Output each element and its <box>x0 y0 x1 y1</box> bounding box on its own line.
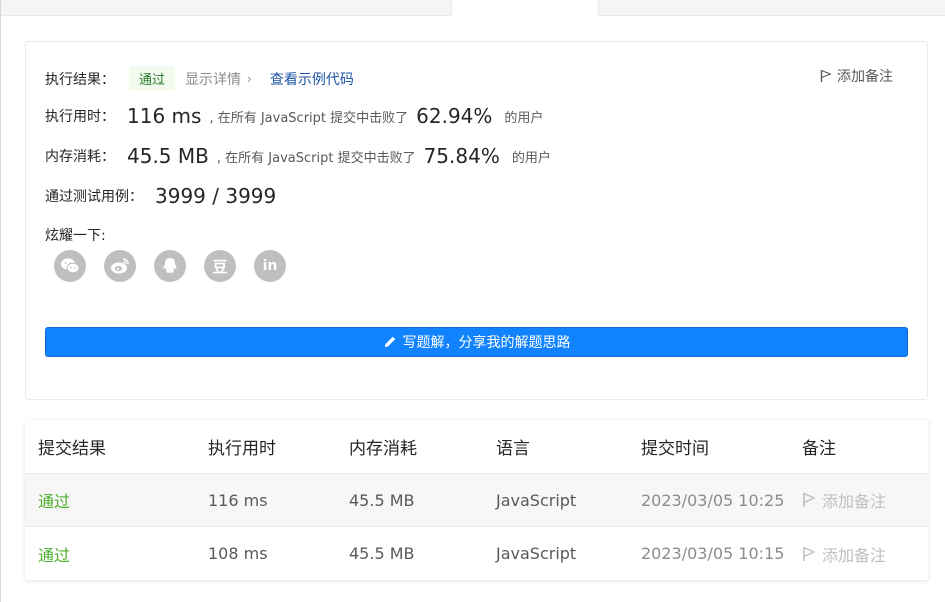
share-label: 炫耀一下: <box>45 228 106 244</box>
memory-suffix: 的用户 <box>511 150 551 166</box>
memory-percentile: 75.84% <box>423 144 500 168</box>
flag-icon <box>803 492 815 507</box>
show-details-link[interactable]: 显示详情 <box>185 69 241 89</box>
qq-icon[interactable] <box>154 250 186 282</box>
write-solution-label: 写题解，分享我的解题思路 <box>402 335 571 351</box>
header-runtime: 执行用时 <box>208 439 276 459</box>
testcases-row: 通过测试用例： 3999 / 3999 <box>45 184 284 208</box>
memory-label: 内存消耗： <box>45 149 115 165</box>
runtime-label: 执行用时： <box>45 109 115 125</box>
douban-icon[interactable]: 豆 <box>204 250 236 282</box>
row-status[interactable]: 通过 <box>38 542 70 566</box>
share-label-row: 炫耀一下: <box>45 225 106 245</box>
table-row[interactable]: 通过 108 ms 45.5 MB JavaScript 2023/03/05 … <box>25 527 928 580</box>
share-icons: 豆 in <box>54 250 286 282</box>
write-solution-button[interactable]: 写题解，分享我的解题思路 <box>45 327 908 357</box>
flag-icon <box>820 69 832 82</box>
table-header: 提交结果 执行用时 内存消耗 语言 提交时间 备注 <box>25 420 928 474</box>
table-row[interactable]: 通过 116 ms 45.5 MB JavaScript 2023/03/05 … <box>25 474 928 527</box>
status-row: 执行结果： 通过 显示详情 › 查看示例代码 <box>45 66 354 91</box>
row-submit-time: 2023/03/05 10:25 <box>641 490 785 510</box>
pencil-icon <box>384 336 395 347</box>
linkedin-glyph: in <box>262 258 278 274</box>
row-status[interactable]: 通过 <box>38 488 70 512</box>
row-memory: 45.5 MB <box>349 544 415 563</box>
memory-value: 45.5 MB <box>127 144 209 168</box>
row-language: JavaScript <box>496 490 577 510</box>
row-language: JavaScript <box>496 544 577 563</box>
memory-text: , 在所有 JavaScript 提交中击败了 <box>216 150 416 166</box>
wechat-icon[interactable] <box>54 250 86 282</box>
header-status: 提交结果 <box>38 439 106 459</box>
runtime-percentile: 62.94% <box>416 104 493 128</box>
header-note: 备注 <box>802 439 836 459</box>
chevron-right-icon: › <box>247 71 252 86</box>
row-note-label: 添加备注 <box>822 492 887 511</box>
row-runtime: 108 ms <box>208 544 268 563</box>
header-language: 语言 <box>496 439 530 459</box>
status-label: 执行结果： <box>45 71 115 88</box>
weibo-icon[interactable] <box>104 250 136 282</box>
submissions-table: 提交结果 执行用时 内存消耗 语言 提交时间 备注 通过 116 ms 45.5… <box>25 420 928 580</box>
view-sample-code-link[interactable]: 查看示例代码 <box>270 69 354 89</box>
page-border <box>0 0 1 602</box>
linkedin-icon[interactable]: in <box>254 250 286 282</box>
runtime-suffix: 的用户 <box>504 110 544 126</box>
row-add-note-button[interactable]: 添加备注 <box>802 488 886 512</box>
runtime-value: 116 ms <box>127 104 202 128</box>
testcases-value: 3999 / 3999 <box>155 184 277 208</box>
row-runtime: 116 ms <box>208 490 268 510</box>
memory-row: 内存消耗： 45.5 MB , 在所有 JavaScript 提交中击败了 75… <box>45 144 551 168</box>
row-memory: 45.5 MB <box>349 490 415 510</box>
runtime-row: 执行用时： 116 ms , 在所有 JavaScript 提交中击败了 62.… <box>45 104 543 128</box>
douban-glyph: 豆 <box>212 257 228 276</box>
add-note-label: 添加备注 <box>837 69 893 85</box>
testcases-label: 通过测试用例： <box>45 189 143 205</box>
runtime-text: , 在所有 JavaScript 提交中击败了 <box>209 110 409 126</box>
row-add-note-button[interactable]: 添加备注 <box>802 542 886 566</box>
row-note-label: 添加备注 <box>822 545 887 565</box>
active-tab[interactable] <box>451 0 599 17</box>
add-note-button[interactable]: 添加备注 <box>820 66 893 86</box>
status-badge: 通过 <box>129 66 176 91</box>
header-submit-time: 提交时间 <box>641 439 709 459</box>
flag-icon <box>803 546 815 561</box>
result-card: 执行结果： 通过 显示详情 › 查看示例代码 添加备注 执行用时： 116 ms… <box>25 41 928 400</box>
header-memory: 内存消耗 <box>349 439 417 459</box>
row-submit-time: 2023/03/05 10:15 <box>641 544 785 563</box>
